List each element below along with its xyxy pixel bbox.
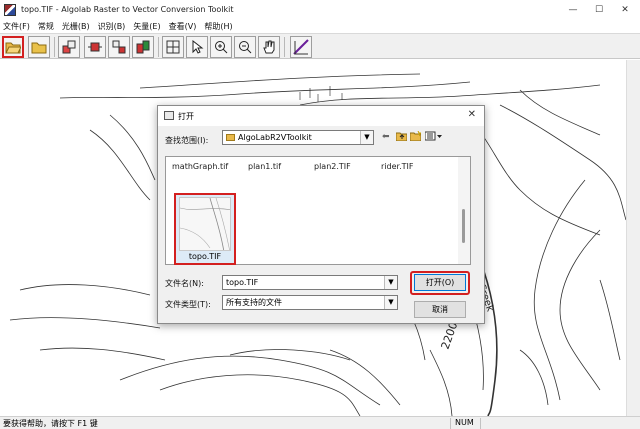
minimize-button[interactable]: —	[560, 0, 586, 19]
look-in-dropdown[interactable]: AlgoLabR2VToolkit ▼	[222, 130, 374, 145]
chevron-down-icon: ▼	[384, 276, 397, 289]
new-folder-button[interactable]	[28, 36, 50, 58]
new-folder-icon	[409, 130, 422, 142]
up-folder-button[interactable]	[395, 131, 408, 143]
pointer-icon	[192, 40, 204, 54]
menu-view[interactable]: 查看(V)	[166, 21, 202, 32]
file-list[interactable]: mathGraph.tif plan1.tif plan2.TIF rider.…	[165, 156, 471, 265]
convert-button[interactable]	[84, 36, 106, 58]
new-folder-dialog-button[interactable]	[409, 130, 422, 143]
file-list-scrollbar[interactable]	[458, 157, 470, 264]
vectorize-button[interactable]	[290, 36, 312, 58]
file-item-plan2[interactable]: plan2.TIF	[314, 162, 351, 171]
file-item-topo-label: topo.TIF	[188, 252, 222, 261]
scrollbar-thumb[interactable]	[462, 209, 465, 243]
close-button[interactable]: ✕	[612, 0, 638, 19]
toolbar-separator	[284, 37, 285, 57]
folder-new-icon	[31, 42, 47, 54]
filename-input[interactable]: topo.TIF ▼	[222, 275, 398, 290]
merge-icon	[136, 40, 150, 54]
fit-view-button[interactable]	[162, 36, 184, 58]
filename-label: 文件名(N):	[165, 279, 204, 288]
file-item-topo[interactable]: topo.TIF	[174, 193, 236, 265]
file-item-plan1[interactable]: plan1.tif	[248, 162, 281, 171]
status-num: NUM	[455, 418, 474, 427]
zoom-out-button[interactable]	[234, 36, 256, 58]
look-in-value: AlgoLabR2VToolkit	[238, 133, 312, 142]
dialog-title: 打开	[178, 112, 194, 121]
cancel-button[interactable]: 取消	[414, 301, 466, 318]
zoom-in-icon	[215, 41, 228, 54]
menu-vector[interactable]: 矢量(E)	[130, 21, 165, 32]
look-in-label: 查找范围(I):	[165, 136, 209, 145]
menu-help[interactable]: 帮助(H)	[201, 21, 237, 32]
zoom-out-icon	[239, 41, 252, 54]
view-menu-button[interactable]	[424, 131, 443, 143]
toolbar	[0, 33, 640, 59]
contour-label: 2200	[439, 320, 461, 351]
filetype-value: 所有支持的文件	[226, 298, 282, 307]
folder-open-icon	[5, 42, 21, 54]
file-item-rider[interactable]: rider.TIF	[381, 162, 413, 171]
select-button[interactable]	[186, 36, 208, 58]
view-menu-icon	[424, 131, 442, 141]
dialog-titlebar: 打开 ✕	[158, 106, 484, 126]
status-divider	[450, 418, 451, 429]
folder-icon	[226, 134, 235, 141]
filetype-dropdown[interactable]: 所有支持的文件 ▼	[222, 295, 398, 310]
layers-icon	[62, 40, 76, 54]
back-arrow-icon[interactable]: ⬅	[382, 132, 390, 142]
status-bar: 要获得帮助，请按下 F1 键 NUM	[0, 416, 640, 429]
up-folder-icon	[395, 132, 408, 142]
menu-bar: 文件(F) 常规 光栅(B) 识别(B) 矢量(E) 查看(V) 帮助(H)	[0, 19, 640, 33]
file-item-mathgraph[interactable]: mathGraph.tif	[172, 162, 228, 171]
pan-button[interactable]	[258, 36, 280, 58]
dialog-close-icon[interactable]: ✕	[468, 109, 476, 120]
chevron-down-icon: ▼	[360, 131, 373, 144]
dialog-app-icon	[164, 111, 174, 120]
open-button[interactable]: 打开(O)	[414, 274, 466, 291]
toolbar-separator	[54, 37, 55, 57]
zoom-in-button[interactable]	[210, 36, 232, 58]
filename-value: topo.TIF	[226, 278, 259, 287]
thumbnail-image	[180, 198, 230, 250]
merge-button[interactable]	[132, 36, 154, 58]
split-button[interactable]	[108, 36, 130, 58]
convert-icon	[88, 42, 102, 52]
menu-raster[interactable]: 光栅(B)	[59, 21, 95, 32]
status-help-text: 要获得帮助，请按下 F1 键	[3, 419, 98, 428]
status-divider	[480, 418, 481, 429]
window-title: topo.TIF - Algolab Raster to Vector Conv…	[21, 5, 234, 14]
menu-general[interactable]: 常规	[35, 21, 59, 32]
chevron-down-icon: ▼	[384, 296, 397, 309]
vector-line-icon	[293, 39, 309, 55]
maximize-button[interactable]: ☐	[586, 0, 612, 19]
fit-view-icon	[166, 40, 180, 54]
filetype-label: 文件类型(T):	[165, 300, 211, 309]
hand-icon	[263, 40, 275, 54]
topo-thumbnail	[179, 197, 231, 251]
layers-button[interactable]	[58, 36, 80, 58]
split-icon	[112, 40, 126, 54]
menu-recognize[interactable]: 识别(B)	[95, 21, 131, 32]
toolbar-separator	[158, 37, 159, 57]
app-icon	[4, 3, 16, 16]
open-file-button[interactable]	[2, 36, 24, 58]
menu-file[interactable]: 文件(F)	[0, 21, 35, 32]
open-file-dialog: 打开 ✕ 查找范围(I): AlgoLabR2VToolkit ▼ ⬅ math…	[157, 105, 485, 324]
canvas-scrollbar[interactable]	[626, 60, 640, 416]
window-titlebar: topo.TIF - Algolab Raster to Vector Conv…	[0, 0, 640, 19]
